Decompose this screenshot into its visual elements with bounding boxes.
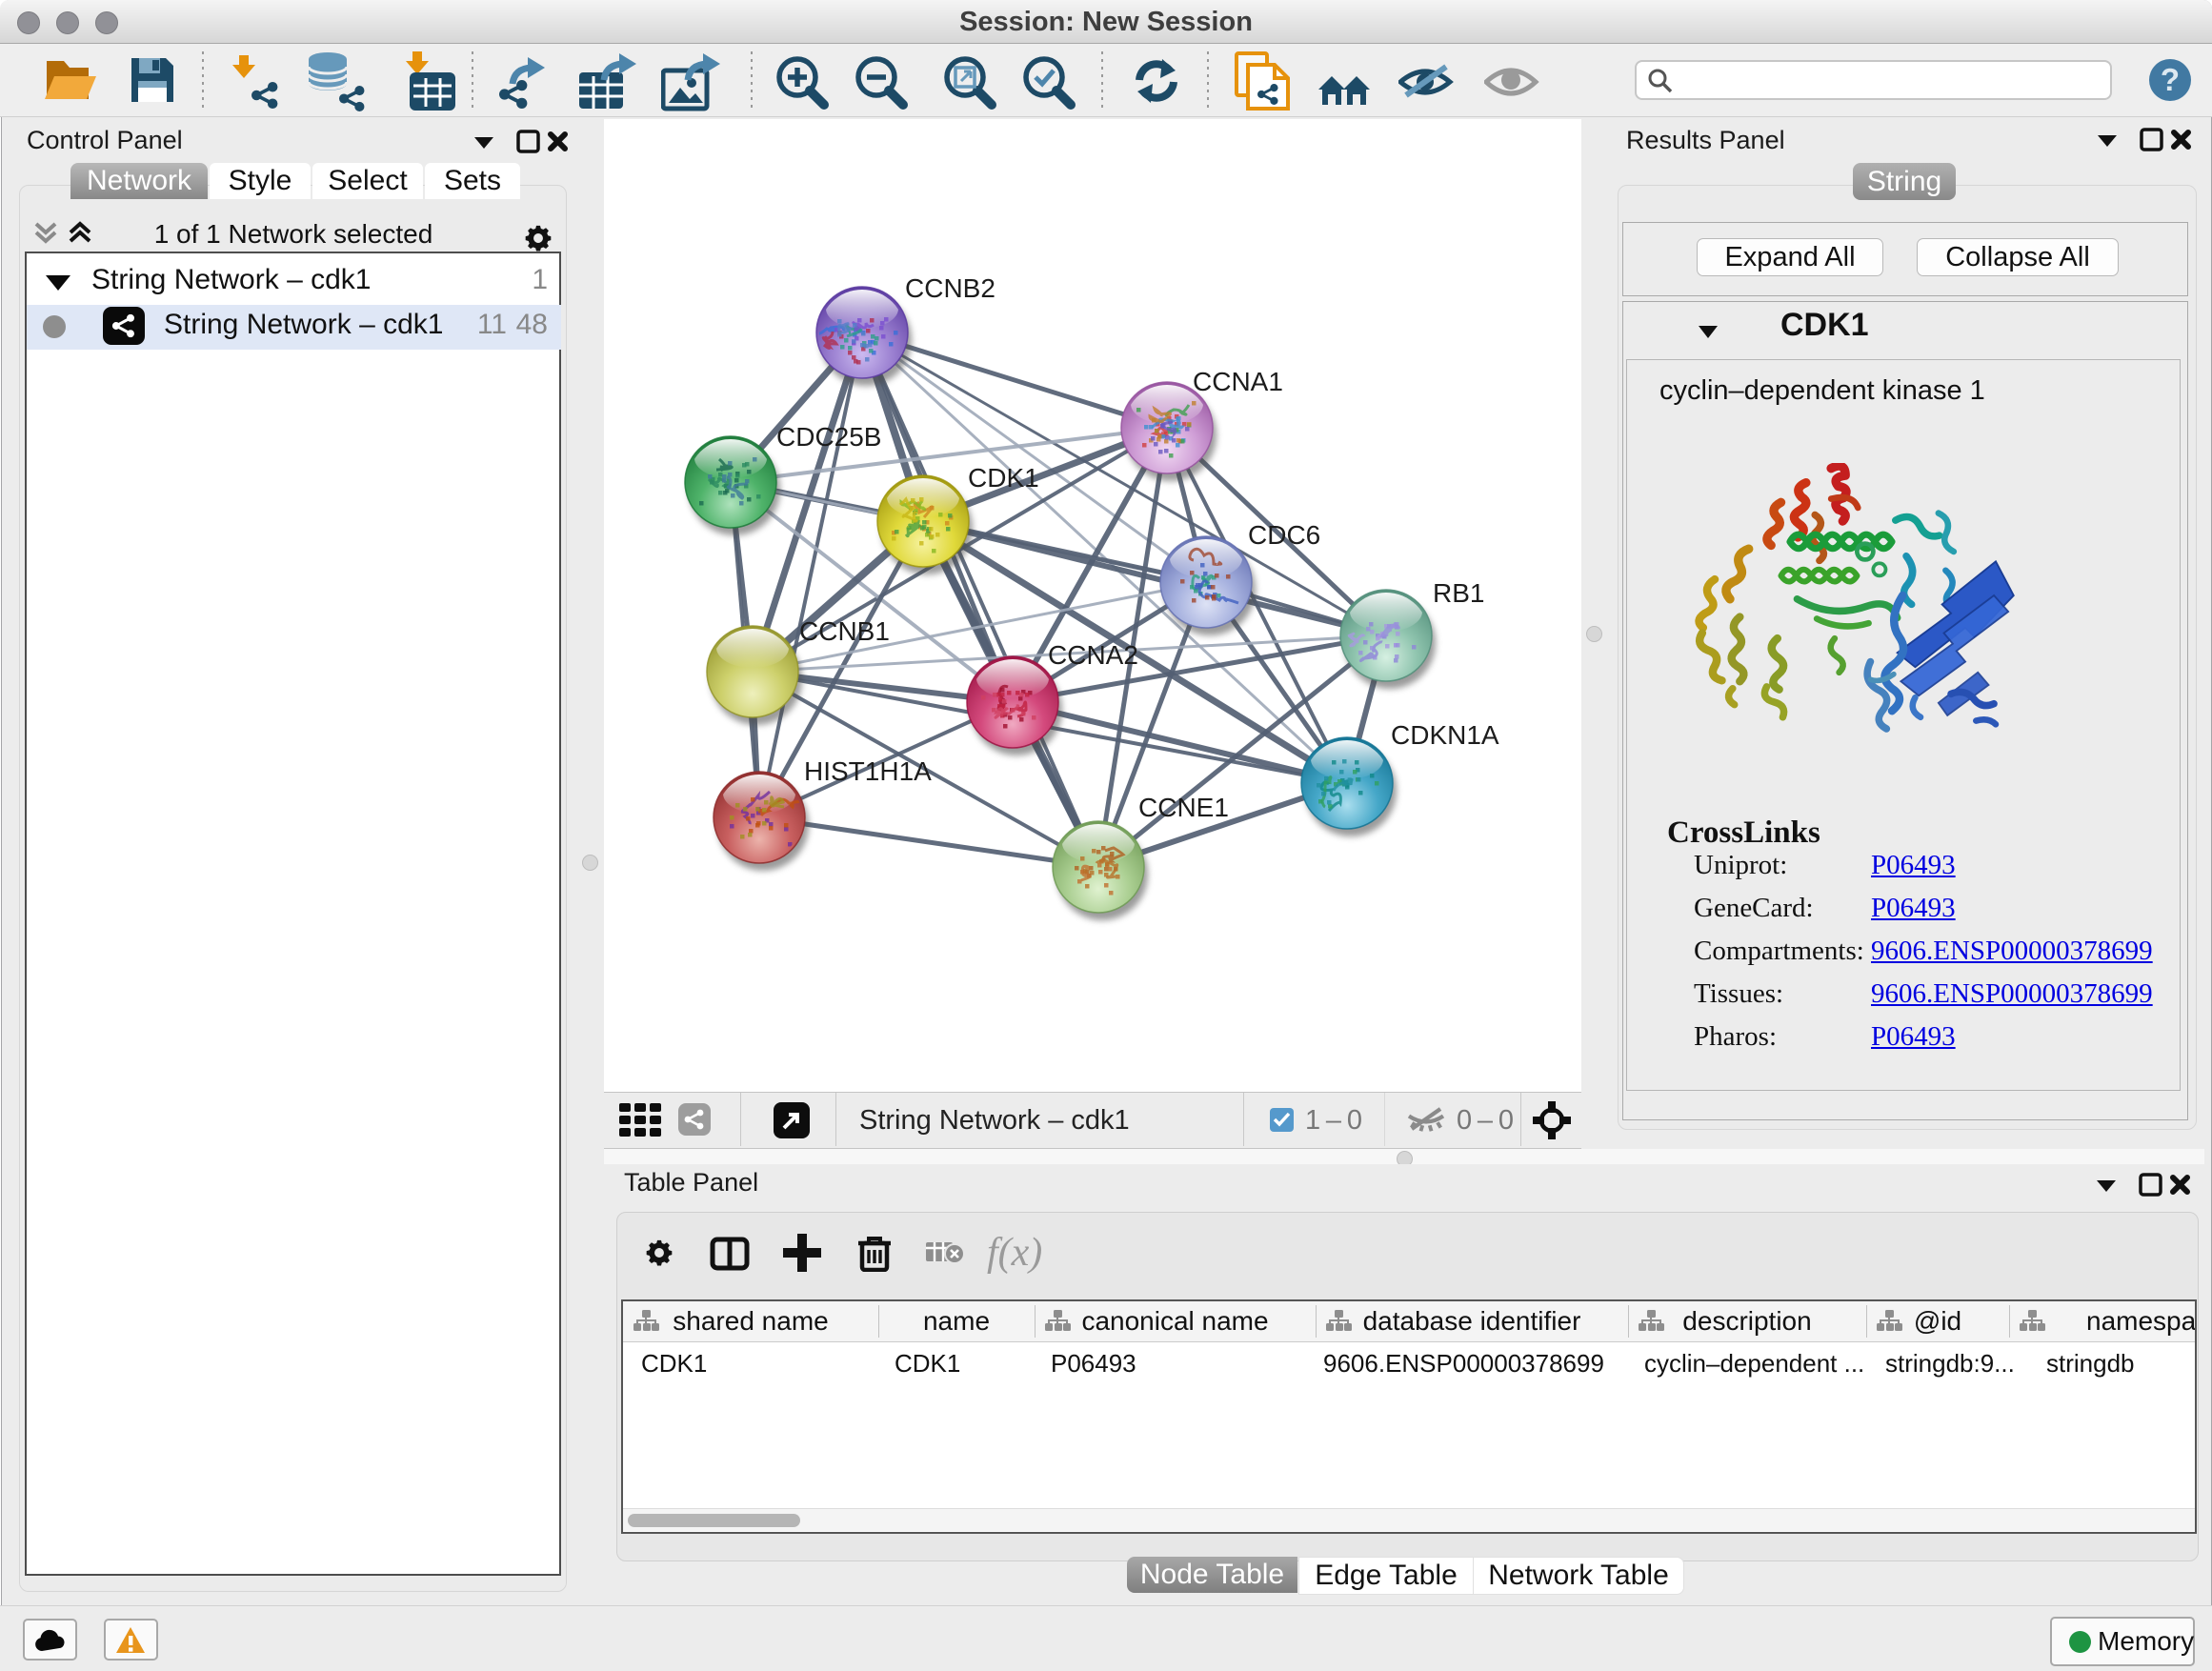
svg-text:CDC6: CDC6 (1248, 520, 1320, 550)
svg-text:CDKN1A: CDKN1A (1391, 720, 1499, 750)
svg-text:CDK1: CDK1 (968, 463, 1039, 493)
svg-text:HIST1H1A: HIST1H1A (804, 756, 932, 786)
svg-text:CCNA2: CCNA2 (1048, 640, 1138, 670)
svg-text:CCNB2: CCNB2 (905, 273, 995, 303)
svg-text:CCNB1: CCNB1 (799, 616, 890, 646)
svg-text:CCNA1: CCNA1 (1193, 367, 1283, 396)
svg-text:CCNE1: CCNE1 (1138, 793, 1229, 822)
svg-text:RB1: RB1 (1433, 578, 1484, 608)
svg-text:CDC25B: CDC25B (776, 422, 881, 452)
